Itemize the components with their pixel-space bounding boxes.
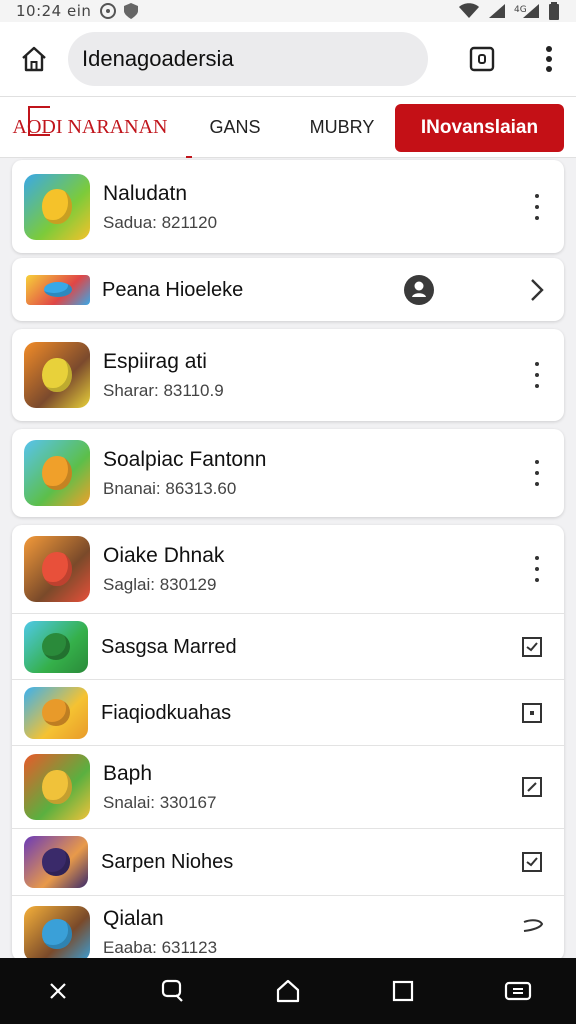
thumbnail-character [42, 551, 72, 587]
app-thumbnail [24, 173, 90, 240]
list-item[interactable]: Fiaqiodkuahas [12, 680, 564, 745]
url-bar[interactable]: Idenagoadersia [68, 32, 428, 86]
app-thumbnail [24, 906, 90, 962]
app-thumbnail [24, 754, 90, 820]
more-options-icon[interactable] [532, 193, 542, 220]
item-title: Soalpiac Fantonn [103, 448, 267, 471]
tab-mubry[interactable]: MUBRY [290, 96, 394, 158]
logo-mark [28, 106, 50, 136]
list-group: Oiake Dhnak Saglai: 830129 Sasgsa Marred… [12, 525, 564, 962]
tab-switcher-button[interactable] [442, 22, 522, 96]
cta-label: INovanslaian [420, 117, 539, 138]
app-logo [26, 274, 90, 305]
square-box-icon[interactable] [522, 702, 542, 723]
checkbox-icon[interactable] [522, 852, 542, 872]
more-options-icon[interactable] [532, 460, 542, 486]
search-button[interactable] [153, 971, 193, 1011]
item-title: Baph [103, 762, 153, 785]
shield-icon [124, 3, 139, 19]
item-subtitle: Saglai: 830129 [103, 575, 217, 594]
app-thumbnail [24, 686, 88, 739]
list-item[interactable]: Naludatn Sadua: 821120 [12, 160, 564, 253]
thumbnail-character [42, 455, 72, 491]
svg-text:4G: 4G [514, 5, 527, 15]
thumbnail-character [42, 189, 72, 224]
list-item[interactable]: Baph Snalai: 330167 [12, 746, 564, 828]
thumbnail-character [42, 919, 72, 949]
close-icon [49, 983, 66, 999]
brand-logo[interactable]: AODI NARANAN [0, 96, 192, 158]
app-thumbnail [24, 342, 90, 408]
list-item[interactable]: Soalpiac Fantonn Bnanai: 86313.60 [12, 429, 564, 517]
thumbnail-character [41, 698, 71, 726]
more-vert-icon [546, 46, 552, 72]
thumbnail-character [42, 769, 72, 805]
person-badge-icon [404, 275, 434, 305]
wifi-icon [459, 3, 479, 18]
item-title: Qialan [103, 907, 164, 930]
recents-button[interactable] [383, 971, 423, 1011]
signal-icon-2: 4G [514, 4, 539, 18]
list-item[interactable]: Sarpen Niohes [12, 829, 564, 895]
thumbnail-character [42, 357, 72, 393]
item-subtitle: Snalai: 330167 [103, 793, 217, 812]
item-title: Peana Hioeleke [102, 278, 244, 301]
browser-toolbar: Idenagoadersia [0, 22, 576, 96]
tab-games-label: GANS [209, 116, 261, 137]
status-time: 10:24 ein [16, 2, 92, 20]
sync-icon [100, 3, 117, 19]
checkbox-icon[interactable] [522, 636, 542, 657]
more-options-icon[interactable] [532, 556, 542, 582]
battery-icon [549, 2, 559, 20]
app-thumbnail [24, 836, 88, 888]
switch-button[interactable] [498, 971, 538, 1011]
close-button[interactable] [38, 971, 78, 1011]
signal-icon [489, 4, 505, 18]
edit-box-icon[interactable] [522, 777, 542, 797]
system-nav-bar [0, 958, 576, 1024]
url-text: Idenagoadersia [82, 46, 234, 71]
item-title: Naludatn [103, 181, 188, 205]
square-icon [393, 980, 414, 1002]
thumbnail-character [41, 632, 71, 660]
list-item[interactable]: Sasgsa Marred [12, 614, 564, 679]
home-nav-button[interactable] [268, 971, 308, 1011]
more-options-icon[interactable] [532, 362, 542, 388]
home-icon [276, 979, 300, 1003]
swipe-icon[interactable] [522, 918, 544, 934]
status-bar: 10:24 ein 4G [0, 0, 576, 22]
tab-games[interactable]: GANS [180, 96, 290, 158]
tab-switcher-icon [469, 46, 495, 72]
search-icon [161, 979, 183, 1002]
item-subtitle: Bnanai: 86313.60 [103, 479, 237, 498]
switch-icon [505, 981, 532, 1001]
list-item[interactable]: Espiirag ati Sharar: 83110.9 [12, 329, 564, 421]
item-subtitle: Eaaba: 631123 [103, 938, 218, 957]
overflow-menu-button[interactable] [522, 22, 576, 96]
app-list: Naludatn Sadua: 821120 Peana Hioeleke Es… [12, 160, 564, 962]
list-item[interactable]: Peana Hioeleke [12, 258, 564, 321]
item-title: Sarpen Niohes [101, 851, 234, 873]
thumbnail-character [43, 281, 73, 298]
app-thumbnail [24, 440, 90, 506]
list-item[interactable]: Qialan Eaaba: 631123 [12, 896, 564, 962]
item-title: Oiake Dhnak [103, 544, 225, 567]
item-title: Espiirag ati [103, 350, 207, 373]
home-icon [22, 46, 46, 72]
item-subtitle: Sharar: 83110.9 [103, 381, 224, 400]
app-thumbnail [24, 620, 88, 673]
tab-mubry-label: MUBRY [309, 116, 375, 137]
chevron-right-icon[interactable] [530, 278, 544, 302]
thumbnail-character [41, 848, 71, 876]
app-thumbnail [24, 536, 90, 602]
cta-button[interactable]: INovanslaian [395, 104, 564, 152]
home-button[interactable] [0, 22, 68, 96]
list-item[interactable]: Oiake Dhnak Saglai: 830129 [12, 525, 564, 613]
item-title: Sasgsa Marred [101, 635, 237, 658]
item-subtitle: Sadua: 821120 [103, 212, 218, 232]
site-nav: AODI NARANAN GANS MUBRY INovanslaian [0, 96, 576, 158]
item-title: Fiaqiodkuahas [101, 701, 232, 724]
